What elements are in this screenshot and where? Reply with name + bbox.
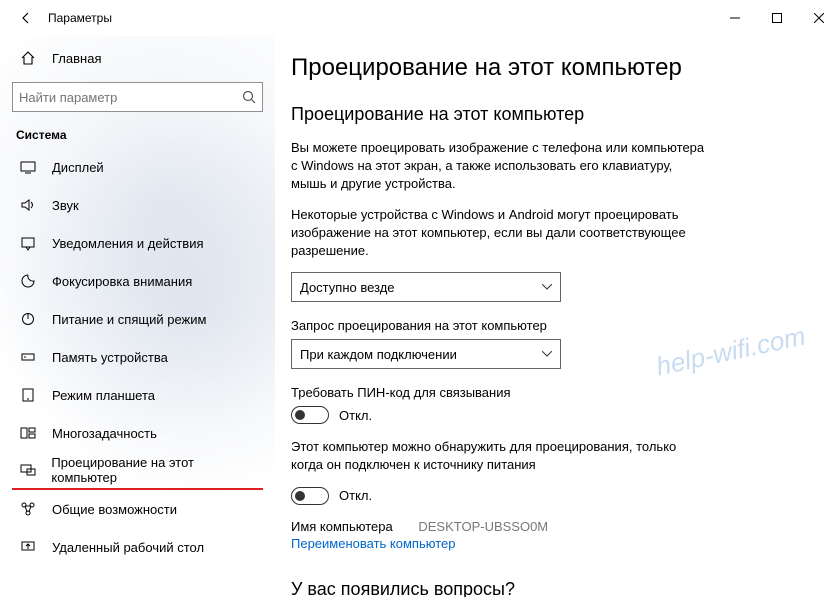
nav-label: Память устройства bbox=[52, 350, 168, 365]
back-button[interactable] bbox=[10, 11, 42, 25]
nav-notifications[interactable]: Уведомления и действия bbox=[12, 224, 263, 262]
nav-multitask[interactable]: Многозадачность bbox=[12, 414, 263, 452]
power-icon bbox=[18, 311, 38, 327]
shared-icon bbox=[18, 501, 38, 517]
nav-label: Общие возможности bbox=[52, 502, 177, 517]
notifications-icon bbox=[18, 235, 38, 251]
sound-icon bbox=[18, 197, 38, 213]
nav-sound[interactable]: Звук bbox=[12, 186, 263, 224]
focus-icon bbox=[18, 273, 38, 289]
power-label: Этот компьютер можно обнаружить для прое… bbox=[291, 438, 691, 474]
pin-label: Требовать ПИН-код для связывания bbox=[291, 385, 812, 400]
multitask-icon bbox=[18, 425, 38, 441]
toggle-state: Откл. bbox=[339, 488, 372, 503]
home-icon bbox=[18, 50, 38, 66]
chevron-down-icon bbox=[542, 284, 552, 290]
nav-display[interactable]: Дисплей bbox=[12, 148, 263, 186]
rename-link[interactable]: Переименовать компьютер bbox=[291, 536, 455, 551]
remote-icon bbox=[18, 539, 38, 555]
pc-name-label: Имя компьютера bbox=[291, 519, 393, 534]
request-label: Запрос проецирования на этот компьютер bbox=[291, 318, 812, 333]
nav-label: Звук bbox=[52, 198, 79, 213]
window-title: Параметры bbox=[48, 11, 112, 25]
maximize-button[interactable] bbox=[756, 3, 798, 33]
home-nav[interactable]: Главная bbox=[12, 40, 263, 76]
nav-shared[interactable]: Общие возможности bbox=[12, 490, 263, 528]
minimize-button[interactable] bbox=[714, 3, 756, 33]
sidebar: Главная Система Дисплей Звук Уведомления… bbox=[0, 36, 275, 597]
nav-label: Режим планшета bbox=[52, 388, 155, 403]
search-icon bbox=[242, 90, 256, 104]
select-value: При каждом подключении bbox=[300, 347, 457, 362]
titlebar: Параметры bbox=[0, 0, 840, 36]
nav-tablet[interactable]: Режим планшета bbox=[12, 376, 263, 414]
display-icon bbox=[18, 159, 38, 175]
window-controls bbox=[714, 3, 840, 33]
nav-label: Уведомления и действия bbox=[52, 236, 204, 251]
toggle-state: Откл. bbox=[339, 408, 372, 423]
power-toggle[interactable] bbox=[291, 487, 329, 505]
nav-focus[interactable]: Фокусировка внимания bbox=[12, 262, 263, 300]
nav-label: Питание и спящий режим bbox=[52, 312, 206, 327]
projecting-icon bbox=[18, 462, 37, 478]
chevron-down-icon bbox=[542, 351, 552, 357]
nav-label: Проецирование на этот компьютер bbox=[51, 455, 257, 485]
storage-icon bbox=[18, 349, 38, 365]
intro-text: Вы можете проецировать изображение с тел… bbox=[291, 139, 711, 194]
nav-label: Многозадачность bbox=[52, 426, 157, 441]
select-value: Доступно везде bbox=[300, 280, 395, 295]
nav-label: Фокусировка внимания bbox=[52, 274, 192, 289]
pin-toggle[interactable] bbox=[291, 406, 329, 424]
search-field[interactable] bbox=[19, 90, 242, 105]
close-button[interactable] bbox=[798, 3, 840, 33]
section-label: Система bbox=[12, 128, 263, 142]
main-content: Проецирование на этот компьютер Проециро… bbox=[275, 36, 840, 597]
tablet-icon bbox=[18, 387, 38, 403]
nav-storage[interactable]: Память устройства bbox=[12, 338, 263, 376]
home-label: Главная bbox=[52, 51, 101, 66]
availability-select[interactable]: Доступно везде bbox=[291, 272, 561, 302]
questions-heading: У вас появились вопросы? bbox=[291, 579, 812, 597]
nav-remote[interactable]: Удаленный рабочий стол bbox=[12, 528, 263, 566]
page-title: Проецирование на этот компьютер bbox=[291, 54, 812, 82]
nav-label: Дисплей bbox=[52, 160, 104, 175]
nav-power[interactable]: Питание и спящий режим bbox=[12, 300, 263, 338]
android-note: Некоторые устройства с Windows и Android… bbox=[291, 206, 711, 261]
nav-projecting[interactable]: Проецирование на этот компьютер bbox=[12, 452, 263, 490]
nav-label: Удаленный рабочий стол bbox=[52, 540, 204, 555]
pc-name-value: DESKTOP-UBSSO0M bbox=[418, 519, 548, 534]
search-input[interactable] bbox=[12, 82, 263, 112]
section-heading: Проецирование на этот компьютер bbox=[291, 104, 812, 125]
pc-name-row: Имя компьютера DESKTOP-UBSSO0M bbox=[291, 519, 812, 534]
request-select[interactable]: При каждом подключении bbox=[291, 339, 561, 369]
